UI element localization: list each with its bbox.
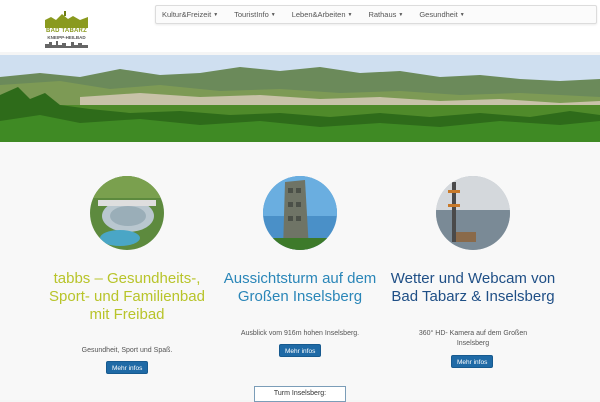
pool-image-icon: [90, 176, 164, 250]
landscape-illustration: [0, 55, 600, 142]
caret-down-icon: ▼: [459, 12, 465, 18]
feature-title-webcam: Wetter und Webcam von Bad Tabarz & Insel…: [390, 270, 556, 305]
site-header: BAD TABARZ KNEIPP-HEILBAD Kultur&Freizei…: [0, 0, 600, 52]
nav-item-gesundheit[interactable]: Gesundheit ▼: [419, 10, 464, 19]
mehr-infos-button-aussichtsturm[interactable]: Mehr infos: [279, 344, 322, 357]
mehr-infos-button-webcam[interactable]: Mehr infos: [451, 355, 494, 368]
features-section: tabbs – Gesundheits-, Sport- und Familie…: [0, 142, 600, 402]
nav-item-leben-arbeiten[interactable]: Leben&Arbeiten ▼: [292, 10, 353, 19]
tower-image-icon: [263, 176, 337, 250]
hero-landscape-image: [0, 55, 600, 142]
site-logo[interactable]: BAD TABARZ KNEIPP-HEILBAD: [45, 11, 88, 48]
caret-down-icon: ▼: [398, 12, 404, 18]
webcam-image-icon: [436, 176, 510, 250]
nav-item-rathaus[interactable]: Rathaus ▼: [368, 10, 403, 19]
feature-image-webcam[interactable]: [436, 176, 510, 250]
caret-down-icon: ▼: [213, 12, 219, 18]
mehr-infos-button-tabbs[interactable]: Mehr infos: [106, 361, 149, 374]
feature-image-aussichtsturm[interactable]: [263, 176, 337, 250]
logo-graphic-icon: [45, 11, 88, 28]
feature-image-tabbs[interactable]: [90, 176, 164, 250]
feature-text-aussichtsturm: Ausblick vom 916m hohen Inselsberg.: [240, 330, 360, 337]
feature-text-tabbs: Gesundheit, Sport und Spaß.: [81, 347, 173, 354]
feature-title-aussichtsturm: Aussichtsturm auf dem Großen Inselsberg: [223, 270, 377, 305]
nav-item-touristinfo[interactable]: TouristInfo ▼: [234, 10, 276, 19]
feature-text-webcam: 360° HD- Kamera auf dem Großen Inselsber…: [418, 330, 528, 347]
caret-down-icon: ▼: [347, 12, 353, 18]
caret-down-icon: ▼: [270, 12, 276, 18]
logo-line-1: BAD TABARZ: [46, 28, 87, 34]
logo-skyline-icon: [45, 41, 88, 48]
nav-item-kultur-freizeit[interactable]: Kultur&Freizeit ▼: [162, 10, 218, 19]
feature-title-tabbs: tabbs – Gesundheits-, Sport- und Familie…: [49, 270, 205, 323]
main-nav: Kultur&Freizeit ▼ TouristInfo ▼ Leben&Arbe…: [155, 5, 597, 24]
